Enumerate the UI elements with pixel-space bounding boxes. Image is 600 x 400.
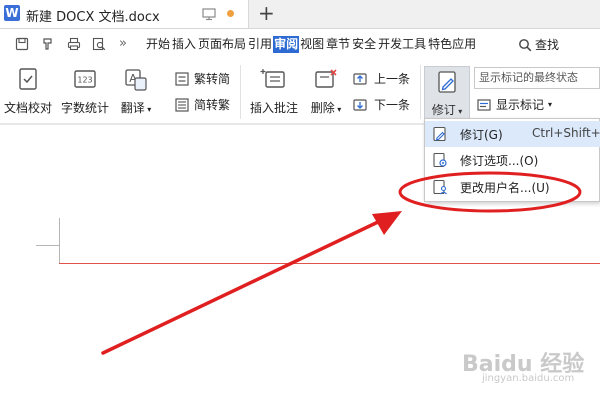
new-tab-button[interactable]: + (258, 1, 275, 25)
simp-to-trad-icon (175, 97, 189, 112)
print-preview-icon[interactable] (92, 37, 106, 51)
insert-comment-icon (260, 69, 285, 88)
review-ribbon: 文档校对 123 字数统计 A 翻译 ▾ 繁转简 简转繁 插入批注 删除 ▾ 上… (0, 59, 600, 123)
save-icon[interactable] (15, 37, 29, 51)
search-label: 查找 (535, 38, 560, 52)
document-tab[interactable]: W 新建 DOCX 文档.docx (0, 0, 249, 28)
ribbon-separator (240, 65, 241, 119)
trad-to-simp-label: 繁转简 (194, 72, 231, 86)
page-margin-marker (36, 245, 60, 246)
menu-item-shortcut: Ctrl+Shift+E (532, 126, 600, 140)
menu-item-label: 修订选项...(O) (460, 154, 539, 168)
tab-home[interactable]: 开始 (145, 36, 171, 53)
tab-page-layout[interactable]: 页面布局 (197, 36, 247, 53)
tab-review[interactable]: 审阅 (273, 36, 300, 53)
revision-line (59, 263, 600, 264)
word-count-label: 字数统计 (60, 101, 109, 115)
tab-special-apps[interactable]: 特色应用 (427, 36, 477, 53)
search-button[interactable]: 查找 (518, 36, 559, 53)
ribbon-tab-row: » 开始 插入 页面布局 引用 审阅 视图 章节 安全 开发工具 特色应用 查找 (0, 29, 600, 59)
wps-writer-logo: W (4, 5, 20, 21)
more-commands-icon[interactable]: » (119, 36, 127, 51)
tab-view[interactable]: 视图 (299, 36, 325, 53)
title-bar: W 新建 DOCX 文档.docx + (0, 0, 600, 29)
insert-comment-button[interactable]: 插入批注 (246, 67, 302, 116)
prev-comment-label: 上一条 (374, 72, 411, 86)
markup-display-select[interactable]: 显示标记的最终状态 (474, 67, 600, 89)
delete-comment-button[interactable]: 删除 ▾ (306, 67, 346, 116)
document-title: 新建 DOCX 文档.docx (26, 10, 160, 25)
tab-developer[interactable]: 开发工具 (377, 36, 427, 53)
simp-to-trad-label: 简转繁 (194, 98, 231, 112)
delete-comment-icon (315, 69, 337, 88)
next-comment-icon (353, 98, 367, 111)
ribbon-separator (420, 65, 421, 119)
page-margin-marker (59, 218, 60, 264)
document-proofread-icon (19, 68, 37, 90)
watermark-url: jingyan.baidu.com (482, 373, 575, 384)
track-changes-icon (438, 71, 456, 93)
show-markup-label: 显示标记 (496, 98, 545, 112)
trad-to-simp-button[interactable]: 繁转简 (174, 70, 230, 87)
track-changes-menu: 修订(G) Ctrl+Shift+E 修订选项...(O) 更改用户名...(U… (424, 118, 600, 202)
unsaved-dot-icon (227, 10, 234, 17)
proofread-button[interactable]: 文档校对 (2, 67, 54, 116)
prev-comment-icon (353, 72, 367, 85)
show-markup-button[interactable]: 显示标记 ▾ (476, 96, 552, 113)
simp-to-trad-button[interactable]: 简转繁 (174, 96, 230, 113)
track-changes-icon (433, 126, 446, 142)
monitor-icon[interactable] (202, 7, 216, 21)
track-changes-label: 修订 ▾ (431, 103, 463, 117)
print-icon[interactable] (67, 37, 81, 51)
document-settings-icon (433, 152, 447, 168)
show-markup-icon (477, 98, 491, 111)
insert-comment-label: 插入批注 (249, 101, 298, 115)
menu-item-label: 更改用户名...(U) (460, 181, 550, 195)
trad-to-simp-icon (175, 71, 189, 86)
translate-icon: A (125, 69, 147, 91)
menu-item-track-options[interactable]: 修订选项...(O) (425, 147, 600, 173)
ribbon-tabs: 开始 插入 页面布局 引用 审阅 视图 章节 安全 开发工具 特色应用 (145, 36, 477, 53)
user-document-icon (433, 179, 447, 195)
word-count-icon: 123 (74, 70, 96, 88)
tab-references[interactable]: 引用 (247, 36, 273, 53)
tab-security[interactable]: 安全 (351, 36, 377, 53)
proofread-label: 文档校对 (3, 101, 52, 115)
prev-comment-button[interactable]: 上一条 (352, 70, 410, 87)
next-comment-label: 下一条 (374, 98, 411, 112)
format-painter-icon[interactable] (41, 37, 55, 51)
translate-button[interactable]: A 翻译 ▾ (116, 67, 156, 116)
search-icon (519, 38, 532, 51)
menu-item-change-username[interactable]: 更改用户名...(U) (425, 174, 600, 200)
svg-text:123: 123 (77, 76, 92, 85)
track-changes-button[interactable]: 修订 ▾ (424, 66, 470, 120)
next-comment-button[interactable]: 下一条 (352, 96, 410, 113)
menu-item-label: 修订(G) (460, 128, 503, 142)
tab-sections[interactable]: 章节 (325, 36, 351, 53)
delete-label: 删除 ▾ (310, 101, 342, 115)
translate-label: 翻译 ▾ (120, 101, 152, 115)
word-count-button[interactable]: 123 字数统计 (58, 67, 112, 116)
menu-item-track-changes[interactable]: 修订(G) Ctrl+Shift+E (425, 121, 600, 147)
show-markup-caret-icon: ▾ (548, 100, 553, 109)
tab-insert[interactable]: 插入 (171, 36, 197, 53)
